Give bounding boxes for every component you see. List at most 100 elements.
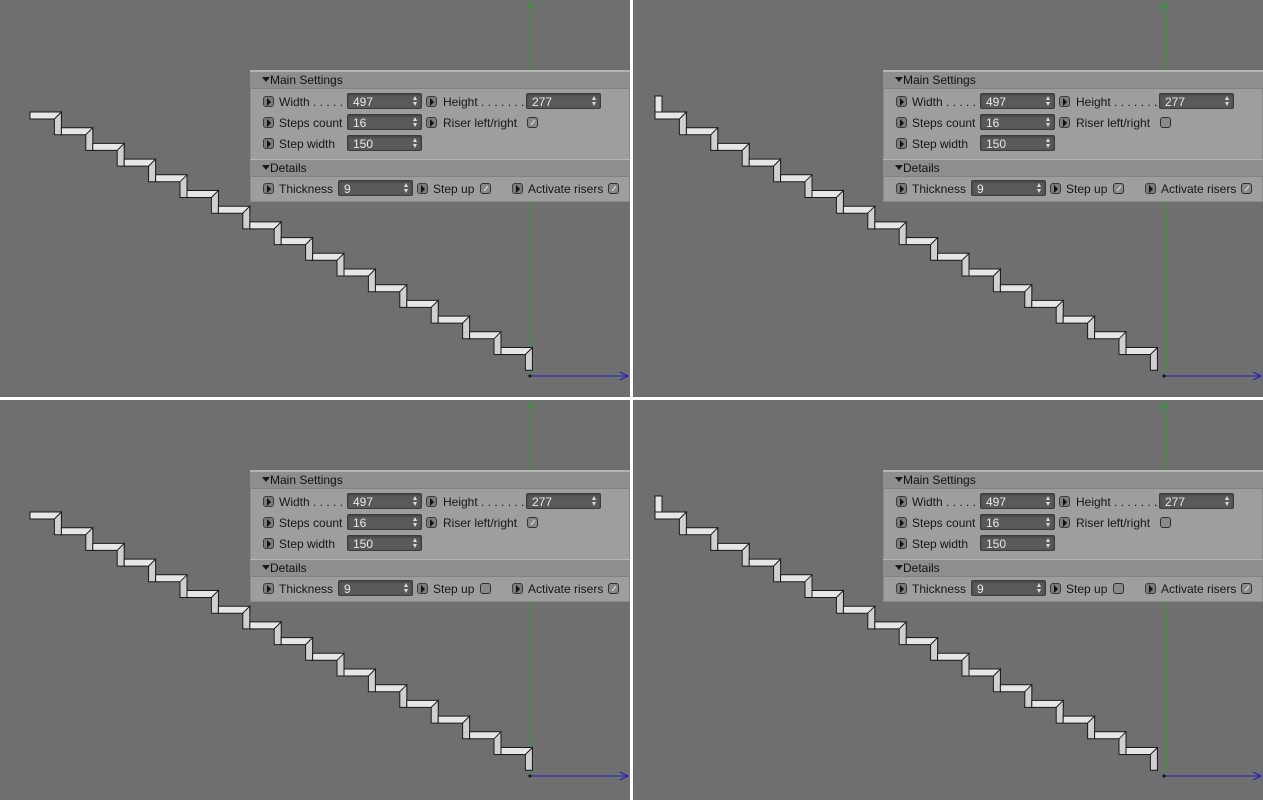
animate-thickness-icon[interactable] [263, 583, 274, 594]
main-settings-header[interactable]: Main Settings [883, 471, 1263, 489]
animate-activate-risers-icon[interactable] [1145, 183, 1156, 194]
height-field[interactable]: 277 [526, 493, 601, 509]
activate-risers-checkbox[interactable] [1241, 183, 1252, 194]
spinner-arrows-icon[interactable] [1037, 583, 1042, 593]
step-up-checkbox[interactable] [1113, 583, 1124, 594]
animate-width-icon[interactable] [263, 496, 274, 507]
main-settings-header[interactable]: Main Settings [250, 71, 630, 89]
thickness-field[interactable]: 9 [971, 580, 1046, 596]
step-width-field[interactable]: 150 [980, 535, 1055, 551]
animate-thickness-icon[interactable] [896, 183, 907, 194]
details-header[interactable]: Details [883, 159, 1263, 177]
spinner-arrows-icon[interactable] [413, 96, 418, 106]
spinner-arrows-icon[interactable] [413, 117, 418, 127]
main-settings-header[interactable]: Main Settings [250, 471, 630, 489]
spinner-arrows-icon[interactable] [1046, 538, 1051, 548]
steps-count-field[interactable]: 16 [347, 514, 422, 530]
animate-thickness-icon[interactable] [263, 183, 274, 194]
spinner-arrows-icon[interactable] [1046, 138, 1051, 148]
spinner-arrows-icon[interactable] [592, 96, 597, 106]
riser-left-right-checkbox[interactable] [1160, 517, 1171, 528]
animate-width-icon[interactable] [896, 496, 907, 507]
step-up-checkbox[interactable] [1113, 183, 1124, 194]
activate-risers-checkbox[interactable] [1241, 583, 1252, 594]
animate-step-up-icon[interactable] [417, 183, 428, 194]
spinner-arrows-icon[interactable] [404, 583, 409, 593]
animate-step-width-icon[interactable] [896, 538, 907, 549]
spinner-arrows-icon[interactable] [413, 538, 418, 548]
height-field[interactable]: 277 [1159, 93, 1234, 109]
expand-triangle-icon[interactable] [262, 565, 270, 570]
riser-left-right-checkbox[interactable] [527, 517, 538, 528]
spinner-arrows-icon[interactable] [1037, 183, 1042, 193]
details-header[interactable]: Details [883, 559, 1263, 577]
width-field[interactable]: 497 [347, 493, 422, 509]
expand-triangle-icon[interactable] [895, 165, 903, 170]
expand-triangle-icon[interactable] [895, 565, 903, 570]
animate-step-up-icon[interactable] [1050, 583, 1061, 594]
animate-riser-icon[interactable] [426, 117, 437, 128]
spinner-arrows-icon[interactable] [1046, 96, 1051, 106]
spinner-arrows-icon[interactable] [413, 138, 418, 148]
animate-riser-icon[interactable] [426, 517, 437, 528]
steps-count-field[interactable]: 16 [980, 514, 1055, 530]
spinner-arrows-icon[interactable] [1225, 96, 1230, 106]
spinner-arrows-icon[interactable] [1046, 117, 1051, 127]
animate-activate-risers-icon[interactable] [512, 183, 523, 194]
riser-left-right-checkbox[interactable] [1160, 117, 1171, 128]
expand-triangle-icon[interactable] [262, 165, 270, 170]
spinner-arrows-icon[interactable] [1046, 517, 1051, 527]
width-field[interactable]: 497 [980, 493, 1055, 509]
activate-risers-checkbox[interactable] [608, 583, 619, 594]
thickness-field[interactable]: 9 [338, 180, 413, 196]
expand-triangle-icon[interactable] [262, 77, 270, 82]
animate-height-icon[interactable] [1059, 96, 1070, 107]
spinner-arrows-icon[interactable] [1046, 496, 1051, 506]
animate-activate-risers-icon[interactable] [512, 583, 523, 594]
animate-step-width-icon[interactable] [263, 538, 274, 549]
animate-step-up-icon[interactable] [417, 583, 428, 594]
animate-activate-risers-icon[interactable] [1145, 583, 1156, 594]
animate-step-width-icon[interactable] [896, 138, 907, 149]
viewport-3[interactable]: Main Settings Width . . . . . 497 Height… [0, 400, 630, 800]
step-width-field[interactable]: 150 [347, 535, 422, 551]
steps-count-field[interactable]: 16 [347, 114, 422, 130]
viewport-1[interactable]: Main Settings Width . . . . . 497 Height… [0, 0, 630, 397]
riser-left-right-checkbox[interactable] [527, 117, 538, 128]
step-width-field[interactable]: 150 [347, 135, 422, 151]
spinner-arrows-icon[interactable] [404, 183, 409, 193]
animate-width-icon[interactable] [896, 96, 907, 107]
animate-thickness-icon[interactable] [896, 583, 907, 594]
animate-height-icon[interactable] [1059, 496, 1070, 507]
spinner-arrows-icon[interactable] [592, 496, 597, 506]
thickness-field[interactable]: 9 [338, 580, 413, 596]
animate-step-width-icon[interactable] [263, 138, 274, 149]
animate-step-up-icon[interactable] [1050, 183, 1061, 194]
animate-steps-count-icon[interactable] [263, 117, 274, 128]
animate-riser-icon[interactable] [1059, 117, 1070, 128]
width-field[interactable]: 497 [347, 93, 422, 109]
main-settings-header[interactable]: Main Settings [883, 71, 1263, 89]
animate-height-icon[interactable] [426, 496, 437, 507]
spinner-arrows-icon[interactable] [413, 517, 418, 527]
spinner-arrows-icon[interactable] [413, 496, 418, 506]
animate-steps-count-icon[interactable] [896, 517, 907, 528]
details-header[interactable]: Details [250, 559, 630, 577]
height-field[interactable]: 277 [526, 93, 601, 109]
expand-triangle-icon[interactable] [262, 477, 270, 482]
step-up-checkbox[interactable] [480, 183, 491, 194]
steps-count-field[interactable]: 16 [980, 114, 1055, 130]
viewport-2[interactable]: Main Settings Width . . . . . 497 Height… [633, 0, 1263, 397]
expand-triangle-icon[interactable] [895, 477, 903, 482]
step-up-checkbox[interactable] [480, 583, 491, 594]
activate-risers-checkbox[interactable] [608, 183, 619, 194]
step-width-field[interactable]: 150 [980, 135, 1055, 151]
spinner-arrows-icon[interactable] [1225, 496, 1230, 506]
animate-width-icon[interactable] [263, 96, 274, 107]
animate-steps-count-icon[interactable] [263, 517, 274, 528]
height-field[interactable]: 277 [1159, 493, 1234, 509]
animate-steps-count-icon[interactable] [896, 117, 907, 128]
viewport-4[interactable]: Main Settings Width . . . . . 497 Height… [633, 400, 1263, 800]
thickness-field[interactable]: 9 [971, 180, 1046, 196]
animate-height-icon[interactable] [426, 96, 437, 107]
